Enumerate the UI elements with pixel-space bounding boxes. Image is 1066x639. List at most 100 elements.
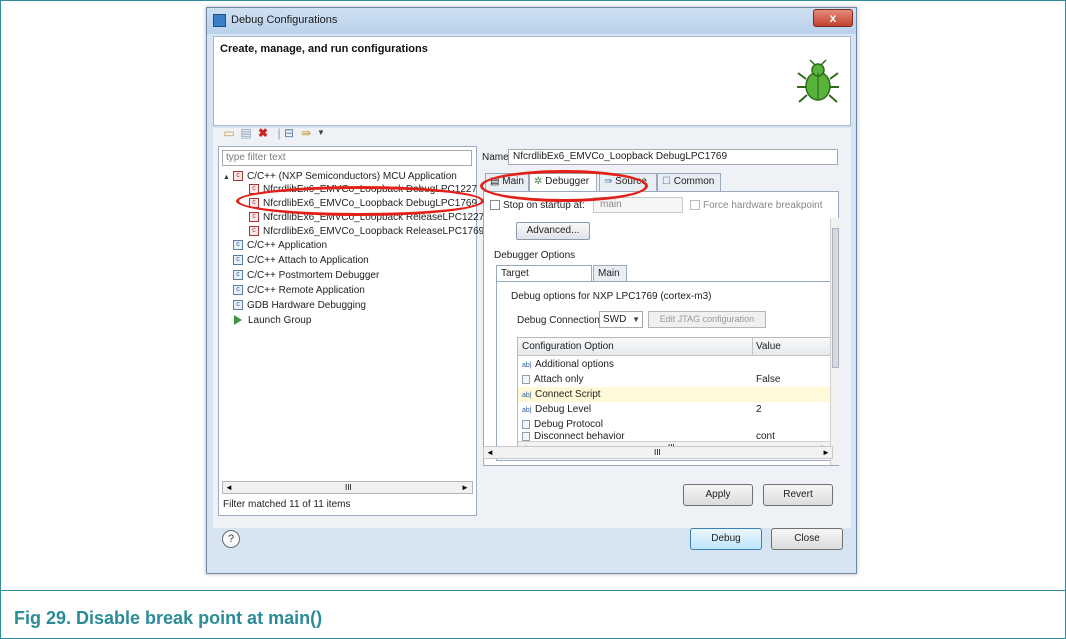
filter-icon[interactable]: ⇛ [299,126,313,140]
scroll-left-icon[interactable]: ◄ [486,448,494,457]
tree-item-label: GDB Hardware Debugging [247,300,366,311]
ab-icon: ab| [522,407,532,414]
common-tab-icon: ☐ [662,176,671,187]
option-name: Additional options [535,359,614,370]
close-button[interactable]: Close [771,528,843,550]
scroll-left-icon[interactable]: ◄ [225,483,233,492]
scroll-right-icon[interactable]: ► [822,448,830,457]
debug-button[interactable]: Debug [690,528,762,550]
app-icon [213,14,226,27]
debug-options-description: Debug options for NXP LPC1769 (cortex-m3… [511,291,712,302]
filter-status: Filter matched 11 of 11 items [223,499,351,510]
force-hw-row: Force hardware breakpoint [690,200,823,211]
scroll-grip: III [345,483,352,492]
c-config-icon: c [249,226,259,237]
tab-target-configuration[interactable]: Target configuration [496,265,592,294]
list-icon [522,431,530,441]
scroll-thumb[interactable] [832,228,839,368]
table-row[interactable]: ab| Connect Script [518,387,832,402]
stop-on-startup-checkbox[interactable] [490,200,500,211]
chevron-down-icon[interactable]: ▼ [314,126,328,140]
bug-icon [797,59,839,103]
dropdown-arrow-icon: ▼ [632,315,640,324]
window-title: Debug Configurations [231,14,338,26]
left-toolbar: ▭ ▤ ✖ | ⊟ ⇛ ▼ [222,126,362,142]
column-header-value[interactable]: Value [756,341,781,352]
launch-group-icon [234,315,242,326]
option-value: False [756,374,781,385]
tree-item-label: NfcrdlibEx6_EMVCo_Loopback ReleaseLPC176… [263,226,485,237]
title-bar: Debug Configurations x [207,8,856,34]
c-icon: c [233,255,243,266]
revert-button[interactable]: Revert [763,484,833,506]
ab-icon: ab| [522,392,532,399]
option-name: Connect Script [535,389,601,400]
debug-connection-select[interactable]: SWD ▼ [599,311,643,328]
tree-item-label: C/C++ Application [247,240,328,251]
window-close-button[interactable]: x [813,9,853,27]
highlight-ellipse-selected-config [236,186,484,216]
vertical-scrollbar[interactable] [830,218,840,465]
edit-jtag-button[interactable]: Edit JTAG configuration [648,311,766,328]
list-icon [522,374,530,384]
tab-horizontal-scrollbar[interactable]: ◄ III ► [483,446,833,459]
apply-button[interactable]: Apply [683,484,753,506]
debugger-options-label: Debugger Options [494,250,576,261]
name-field[interactable]: NfcrdlibEx6_EMVCo_Loopback DebugLPC1769 [508,149,838,165]
force-hw-label: Force hardware breakpoint [703,200,823,211]
horizontal-scrollbar[interactable]: ◄ III ► [222,481,473,494]
scroll-right-icon[interactable]: ► [461,483,469,492]
ab-icon: ab| [522,362,532,369]
help-icon[interactable]: ? [222,530,240,548]
table-header: Configuration Option Value [518,338,832,356]
delete-icon[interactable]: ✖ [256,126,270,140]
tree-item-mcu-app[interactable]: ▲ c C/C++ (NXP Semiconductors) MCU Applica… [223,170,457,183]
debug-connection-value: SWD [603,314,627,325]
option-name: Attach only [534,374,584,385]
tab-inner-main[interactable]: Main [593,265,627,282]
filter-input[interactable]: type filter text [222,150,472,166]
tree-item-postmortem[interactable]: c C/C++ Postmortem Debugger [233,269,379,282]
config-editor-panel: Name: NfcrdlibEx6_EMVCo_Loopback DebugLP… [477,146,845,516]
banner-title: Create, manage, and run configurations [220,43,428,55]
tree-item-attach[interactable]: c C/C++ Attach to Application [233,254,369,267]
figure-caption: Fig 29. Disable break point at main() [14,608,323,628]
expand-icon[interactable]: ▲ [223,174,230,181]
config-options-table: Configuration Option Value ab| Additional… [517,337,833,455]
tree-item-label: C/C++ Remote Application [247,285,365,296]
advanced-button[interactable]: Advanced... [516,222,590,240]
column-divider [752,338,753,356]
debug-connection-label: Debug Connection [517,315,600,326]
new-config-icon[interactable]: ▭ [222,126,236,140]
table-row[interactable]: ab| Debug Level 2 [518,402,832,417]
tree-item-config[interactable]: c NfcrdlibEx6_EMVCo_Loopback ReleaseLPC17… [249,225,484,238]
tab-label: Common [673,176,715,187]
c-icon: c [233,300,243,311]
tree-item-launch-group[interactable]: Launch Group [233,314,311,327]
duplicate-icon[interactable]: ▤ [239,126,253,140]
collapse-all-icon[interactable]: ⊟ [282,126,296,140]
tree-item-label: C/C++ Postmortem Debugger [247,270,380,281]
c-icon: c [233,285,243,296]
list-icon [522,419,530,429]
force-hw-checkbox[interactable] [690,200,700,211]
c-config-icon: c [249,212,259,223]
c-icon: c [233,270,243,281]
table-row[interactable]: ab| Additional options [518,357,832,372]
tree-item-gdb[interactable]: c GDB Hardware Debugging [233,299,366,312]
target-config-body: Debug options for NXP LPC1769 (cortex-m3… [496,281,833,461]
c-icon: c [233,240,243,251]
banner: Create, manage, and run configurations [213,36,851,126]
c-config-icon: c [232,171,243,182]
tree-item-remote[interactable]: c C/C++ Remote Application [233,284,365,297]
option-value: 2 [756,404,762,415]
table-row[interactable]: Attach only False [518,372,832,387]
tab-common[interactable]: ☐ Common [657,173,721,191]
option-name: Debug Level [535,404,592,415]
debugger-tab-body: Stop on startup at: main Force hardware … [483,191,840,466]
tree-item-label: C/C++ (NXP Semiconductors) MCU Applicati… [246,171,457,182]
highlight-ellipse-stop-on-startup [480,170,648,202]
tree-item-label: Launch Group [248,315,312,326]
tree-item-cpp-app[interactable]: c C/C++ Application [233,239,327,252]
column-header-option[interactable]: Configuration Option [522,341,614,352]
